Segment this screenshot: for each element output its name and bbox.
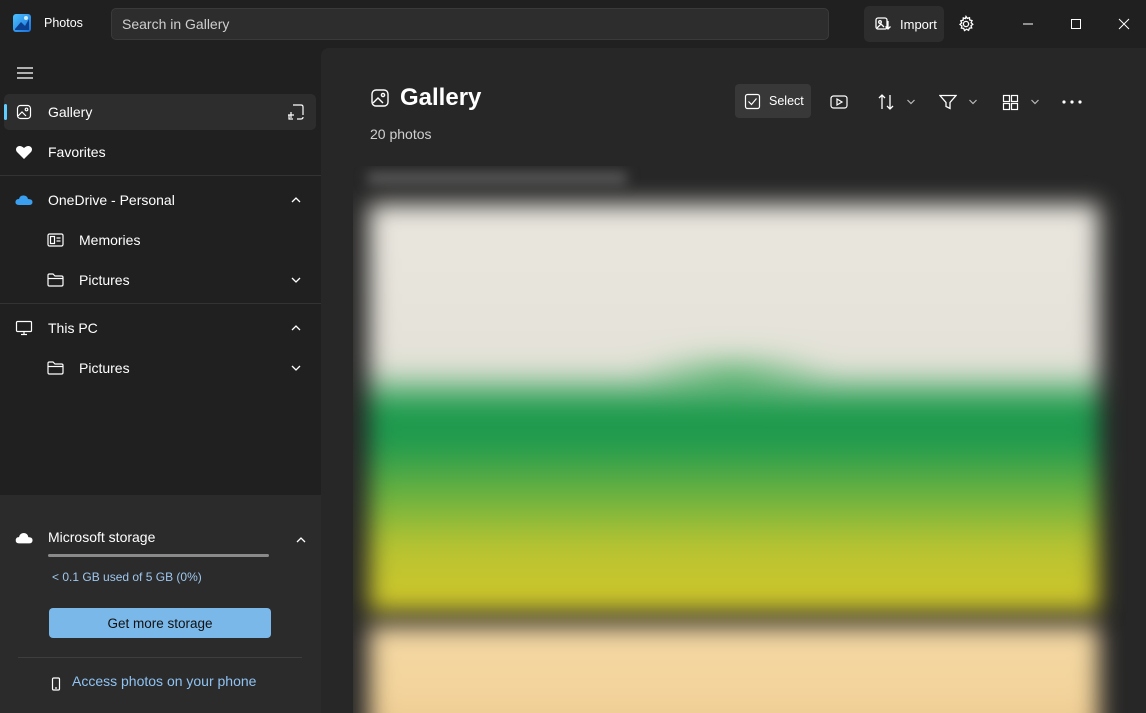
storage-usage-text: < 0.1 GB used of 5 GB (0%)	[52, 570, 202, 584]
sidebar-item-this-pc[interactable]: This PC	[4, 310, 316, 346]
active-indicator	[4, 104, 7, 120]
folder-icon	[46, 359, 64, 377]
divider	[0, 303, 321, 304]
add-folder-icon[interactable]	[287, 103, 305, 121]
slideshow-icon[interactable]	[829, 92, 849, 112]
sidebar-item-label: This PC	[48, 320, 98, 336]
gear-icon[interactable]	[956, 14, 976, 34]
sidebar-item-label: Pictures	[79, 272, 130, 288]
divider	[18, 657, 302, 658]
storage-panel: Microsoft storage < 0.1 GB used of 5 GB …	[0, 495, 321, 713]
close-icon[interactable]	[1114, 14, 1134, 34]
sidebar-item-gallery[interactable]: Gallery	[4, 94, 316, 130]
computer-icon	[15, 319, 33, 337]
sidebar-item-label: Gallery	[48, 104, 93, 120]
app-name: Photos	[44, 16, 83, 30]
checkbox-icon	[744, 93, 761, 110]
chevron-down-icon[interactable]	[290, 362, 302, 374]
photo-thumbnail[interactable]	[369, 204, 1099, 612]
import-button[interactable]: Import	[864, 6, 944, 42]
get-more-storage-button[interactable]: Get more storage	[49, 608, 271, 638]
hamburger-menu-icon[interactable]	[16, 66, 34, 80]
sidebar-item-label: OneDrive - Personal	[48, 192, 175, 208]
storage-progress-bar	[48, 554, 269, 557]
gallery-icon	[370, 88, 390, 108]
divider	[0, 175, 321, 176]
filter-icon[interactable]	[938, 92, 958, 112]
chevron-down-icon[interactable]	[906, 98, 916, 106]
photos-logo-icon	[12, 13, 32, 33]
sidebar-item-onedrive-pictures[interactable]: Pictures	[4, 262, 316, 298]
heart-icon	[15, 143, 33, 161]
sidebar-item-label: Memories	[79, 232, 141, 248]
main-content: Gallery 20 photos Select	[321, 48, 1146, 713]
gallery-icon	[15, 103, 33, 121]
title-bar: Photos Import	[0, 0, 1146, 48]
search-input[interactable]	[111, 8, 829, 40]
folder-icon	[46, 271, 64, 289]
access-phone-link[interactable]: Access photos on your phone	[72, 673, 256, 689]
maximize-icon[interactable]	[1066, 14, 1086, 34]
chevron-up-icon[interactable]	[295, 534, 307, 546]
more-icon[interactable]	[1062, 92, 1082, 112]
date-header	[367, 172, 627, 184]
import-icon	[874, 15, 892, 33]
storage-label: Microsoft storage	[48, 529, 156, 545]
photo-grid	[353, 166, 1146, 713]
chevron-down-icon[interactable]	[968, 98, 978, 106]
chevron-up-icon[interactable]	[290, 194, 302, 206]
import-label: Import	[900, 16, 937, 32]
chevron-down-icon[interactable]	[1030, 98, 1040, 106]
select-label: Select	[769, 94, 804, 108]
sidebar-item-label: Pictures	[79, 360, 130, 376]
sidebar-item-label: Favorites	[48, 144, 106, 160]
sidebar-item-favorites[interactable]: Favorites	[4, 134, 316, 170]
chevron-up-icon[interactable]	[290, 322, 302, 334]
sidebar-item-memories[interactable]: Memories	[4, 222, 316, 258]
view-layout-icon[interactable]	[1000, 92, 1020, 112]
select-button[interactable]: Select	[735, 84, 811, 118]
sidebar-item-pc-pictures[interactable]: Pictures	[4, 350, 316, 386]
minimize-icon[interactable]	[1018, 14, 1038, 34]
phone-icon	[47, 675, 65, 693]
cloud-icon	[15, 529, 33, 547]
photo-thumbnail[interactable]	[369, 626, 1099, 713]
page-title: Gallery	[400, 84, 482, 111]
cloud-icon	[15, 191, 33, 209]
sidebar-item-onedrive[interactable]: OneDrive - Personal	[4, 182, 316, 218]
photo-count: 20 photos	[370, 126, 432, 142]
chevron-down-icon[interactable]	[290, 274, 302, 286]
sidebar: Gallery Favorites OneDrive - Personal Me…	[0, 48, 321, 713]
memories-icon	[46, 231, 64, 249]
sort-icon[interactable]	[876, 92, 896, 112]
